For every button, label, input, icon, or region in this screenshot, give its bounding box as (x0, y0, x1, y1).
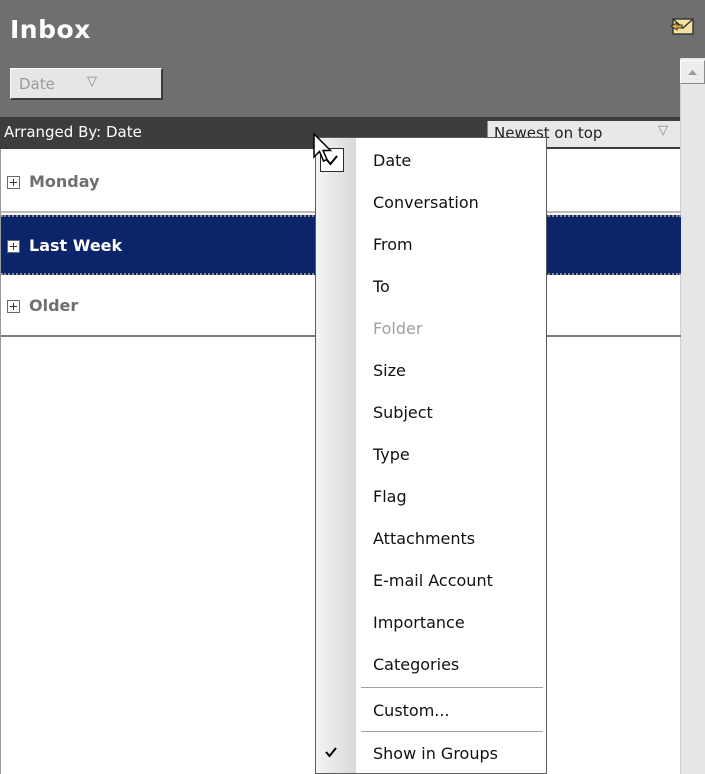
group-label: Monday (29, 172, 100, 191)
menu-item-label: Subject (373, 403, 433, 422)
expand-icon[interactable] (7, 176, 20, 189)
menu-item-label: E-mail Account (373, 571, 493, 590)
menu-item-type[interactable]: Type (316, 434, 546, 476)
menu-item-conversation[interactable]: Conversation (316, 182, 546, 224)
chevron-down-icon: ▽ (658, 123, 668, 138)
menu-separator (361, 731, 543, 732)
menu-item-folder: Folder (316, 308, 546, 350)
menu-item-custom[interactable]: Custom... (316, 690, 546, 732)
menu-item-label: From (373, 235, 413, 254)
chevron-down-icon: ▽ (87, 74, 97, 89)
arrange-by-menu: Date Conversation From To Folder Size Su… (315, 137, 547, 774)
menu-item-label: Importance (373, 613, 465, 632)
menu-item-size[interactable]: Size (316, 350, 546, 392)
menu-item-label: Date (373, 151, 412, 170)
group-label: Older (29, 296, 79, 315)
menu-item-label: To (373, 277, 390, 296)
group-label: Last Week (29, 236, 123, 255)
vertical-scrollbar[interactable] (680, 58, 705, 774)
filter-value: Date (19, 75, 55, 93)
view-filter-dropdown[interactable]: Date ▽ (10, 68, 163, 100)
menu-item-importance[interactable]: Importance (316, 602, 546, 644)
arranged-by-label[interactable]: Arranged By: Date (4, 123, 142, 141)
menu-item-label: Size (373, 361, 406, 380)
menu-item-from[interactable]: From (316, 224, 546, 266)
mouse-cursor-icon (313, 133, 333, 162)
menu-item-flag[interactable]: Flag (316, 476, 546, 518)
menu-item-date[interactable]: Date (316, 140, 546, 182)
menu-item-subject[interactable]: Subject (316, 392, 546, 434)
expand-icon[interactable] (7, 300, 20, 313)
menu-item-label: Conversation (373, 193, 479, 212)
check-icon (320, 741, 344, 765)
menu-item-to[interactable]: To (316, 266, 546, 308)
inbox-header: Inbox Date ▽ (0, 0, 705, 117)
menu-item-email-account[interactable]: E-mail Account (316, 560, 546, 602)
menu-item-label: Attachments (373, 529, 476, 548)
menu-item-label: Flag (373, 487, 407, 506)
scroll-up-button[interactable] (680, 60, 705, 84)
expand-icon[interactable] (7, 240, 20, 253)
envelope-icon[interactable] (668, 12, 698, 42)
menu-item-show-in-groups[interactable]: Show in Groups (316, 733, 546, 774)
menu-separator (361, 687, 543, 688)
menu-item-categories[interactable]: Categories (316, 644, 546, 686)
menu-item-label: Folder (373, 319, 423, 338)
menu-item-label: Show in Groups (373, 744, 498, 763)
menu-item-attachments[interactable]: Attachments (316, 518, 546, 560)
menu-item-label: Categories (373, 655, 460, 674)
scroll-up-arrow-icon (688, 70, 697, 75)
menu-item-label: Type (373, 445, 410, 464)
menu-item-label: Custom... (373, 701, 450, 720)
page-title: Inbox (10, 15, 91, 44)
